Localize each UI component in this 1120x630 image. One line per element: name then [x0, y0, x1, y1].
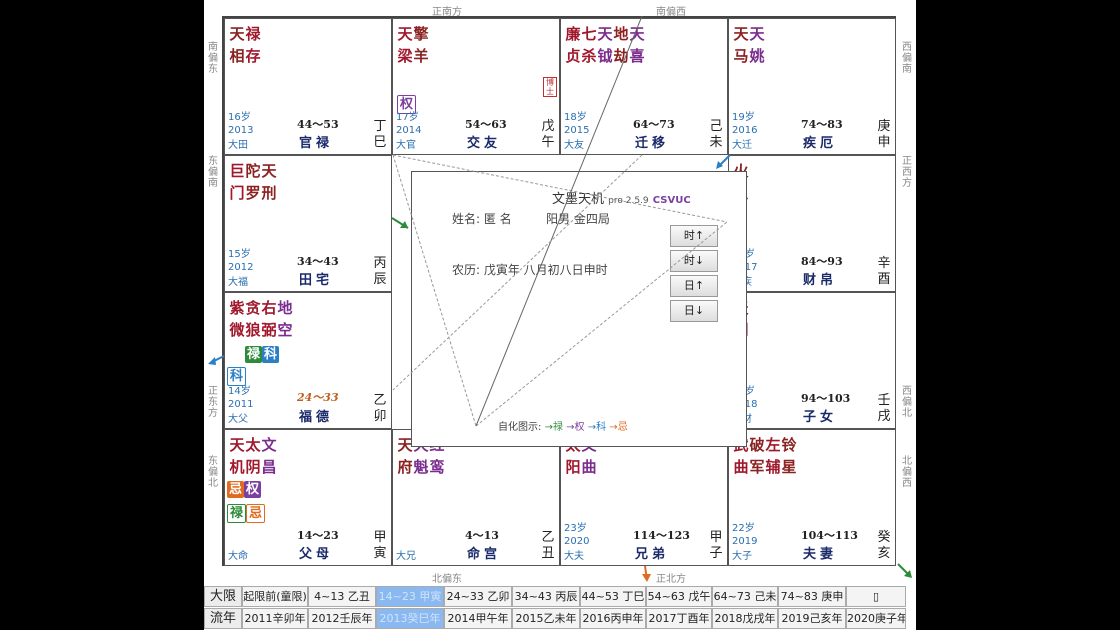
daxian-cell[interactable]: 64~73 己未 — [712, 586, 778, 607]
liunian-cell[interactable]: 2012壬辰年 — [308, 608, 376, 629]
chart-window: 正南方 南偏西 北偏东 正北方 南偏东 东偏南 正东方 东偏北 西偏南 正西方 … — [204, 0, 916, 630]
liunian-cell[interactable]: 2019己亥年 — [778, 608, 846, 629]
timeline-bar: 大限 起限前(童限) 4~13 乙丑 14~23 甲寅 24~33 乙卯 34~43 丙辰… — [204, 586, 916, 630]
liunian-cell[interactable]: 2014甲午年 — [444, 608, 512, 629]
liunian-cell[interactable]: 2011辛卯年 — [242, 608, 308, 629]
daxian-cell[interactable]: 14~23 甲寅 — [376, 586, 444, 607]
liunian-cell[interactable]: 2015乙未年 — [512, 608, 580, 629]
daxian-cell[interactable]: ▯ — [846, 586, 906, 607]
daxian-row: 大限 起限前(童限) 4~13 乙丑 14~23 甲寅 24~33 乙卯 34~43 丙辰… — [204, 586, 906, 608]
daxian-cell[interactable]: 24~33 乙卯 — [444, 586, 512, 607]
daxian-cell[interactable]: 34~43 丙辰 — [512, 586, 580, 607]
daxian-cell[interactable]: 起限前(童限) — [242, 586, 308, 607]
liunian-cell[interactable]: 2020庚子年 — [846, 608, 906, 629]
daxian_label-label: 大限 — [204, 586, 242, 607]
liunian-cell[interactable]: 2017丁酉年 — [646, 608, 712, 629]
liunian-row: 流年 2011辛卯年 2012壬辰年 2013癸巳年 2014甲午年 2015乙未年 201… — [204, 608, 906, 630]
liunian_label-label: 流年 — [204, 608, 242, 629]
liunian-cell[interactable]: 2016丙申年 — [580, 608, 646, 629]
daxian-cell[interactable]: 74~83 庚申 — [778, 586, 846, 607]
daxian-cell[interactable]: 4~13 乙丑 — [308, 586, 376, 607]
daxian-cell[interactable]: 44~53 丁巳 — [580, 586, 646, 607]
chart-lines — [208, 15, 912, 582]
liunian-cell[interactable]: 2013癸巳年 — [376, 608, 444, 629]
daxian-cell[interactable]: 54~63 戊午 — [646, 586, 712, 607]
liunian-cell[interactable]: 2018戊戌年 — [712, 608, 778, 629]
